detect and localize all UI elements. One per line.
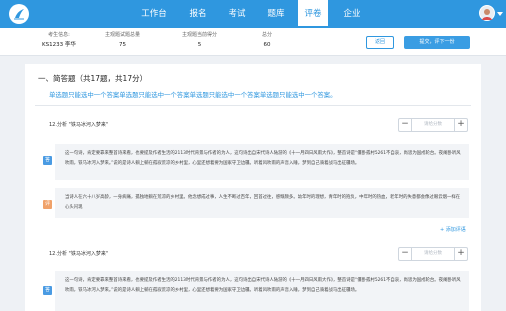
answer-text: 这一句诗，肯定要靠来整首诗来看，也要提及作者生活的2113时代背景与作者的为人，… <box>65 278 461 293</box>
answer-tag: 答 <box>43 156 52 165</box>
subjective-total-value: 75 <box>119 42 126 48</box>
nav-item-workbench[interactable]: 工作台 <box>137 0 171 28</box>
examinee-info: 考生信息: KS1233 李华 <box>42 31 76 50</box>
return-button[interactable]: 返回 <box>366 36 394 49</box>
plus-button[interactable]: + <box>454 119 467 131</box>
total-value: 60 <box>263 42 271 48</box>
comment-tag: 评 <box>43 200 52 209</box>
add-comment-link[interactable]: + 添加评语 <box>440 226 466 233</box>
section-title: 一、简答题（共17题，共17分） <box>38 74 148 83</box>
total-label: 总分 <box>262 32 273 38</box>
score-input[interactable]: 请给分数 <box>413 248 453 260</box>
subjective-score: 主观题当前得分 5 <box>182 31 217 50</box>
nav-item-grading[interactable]: 评卷 <box>298 0 328 28</box>
question-quote: "铁马冰河入梦来" <box>68 251 109 257</box>
comment-text: 当诗人在六十八岁高龄，一身病痛，孤独地躺在荒凉的乡村里。他念想成过事，人生不断过… <box>65 195 461 210</box>
avatar[interactable] <box>479 5 495 21</box>
examinee-label: 考生信息: <box>48 32 70 38</box>
nav-item-exam[interactable]: 考试 <box>225 0 249 28</box>
section-description: 单选题只能选中一个答案单选题只能选中一个答案单选题只能选中一个答案单选题只能选中… <box>49 91 337 99</box>
top-nav: 工作台 报名 考试 题库 评卷 企业 <box>0 0 506 28</box>
question-title: 12.分析 "铁马冰河入梦来" <box>49 121 108 128</box>
answer-box: 这一句诗，肯定要靠来整首诗来看，也要提及作者生活的2113时代背景与作者的为人，… <box>55 271 469 311</box>
nav-item-register[interactable]: 报名 <box>186 0 210 28</box>
submit-next-button[interactable]: 提交，评下一份 <box>404 36 470 49</box>
subjective-score-label: 主观题当前得分 <box>182 32 218 38</box>
answer-box: 这一句诗，肯定要靠来整首诗来看，也要提及作者生活的2113时代背景与作者的为人，… <box>55 144 469 180</box>
answer-tag: 答 <box>43 286 52 295</box>
minus-button[interactable]: − <box>399 248 412 260</box>
chevron-down-icon[interactable] <box>497 12 503 16</box>
info-bar: 考生信息: KS1233 李华 主观题试题总量 75 主观题当前得分 5 总分 … <box>0 28 506 56</box>
score-stepper: − 请给分数 + <box>398 118 468 132</box>
subjective-total: 主观题试题总量 75 <box>105 31 140 50</box>
examinee-value: KS1233 李华 <box>42 42 76 48</box>
question-number: 12.分析 <box>49 251 67 257</box>
grading-card: 一、简答题（共17题，共17分） 单选题只能选中一个答案单选题只能选中一个答案单… <box>25 64 481 311</box>
subjective-total-label: 主观题试题总量 <box>105 32 141 38</box>
score-input[interactable]: 请给分数 <box>413 119 453 131</box>
comment-box: 当诗人在六十八岁高龄，一身病痛，孤独地躺在荒凉的乡村里。他念想成过事，人生不断过… <box>55 188 469 218</box>
question-quote: "铁马冰河入梦来" <box>68 122 109 128</box>
minus-button[interactable]: − <box>399 119 412 131</box>
question-number: 12.分析 <box>49 122 67 128</box>
nav-item-question-bank[interactable]: 题库 <box>264 0 288 28</box>
logo-icon[interactable] <box>9 4 29 24</box>
divider <box>35 105 471 106</box>
user-avatar-icon <box>482 9 492 20</box>
subjective-score-value: 5 <box>197 42 202 48</box>
total-score: 总分 60 <box>262 31 272 50</box>
answer-text: 这一句诗，肯定要靠来整首诗来看，也要提及作者生活的2113时代背景与作者的为人，… <box>65 151 461 166</box>
question-title: 12.分析 "铁马冰河入梦来" <box>49 250 108 257</box>
plus-button[interactable]: + <box>454 248 467 260</box>
score-stepper: − 请给分数 + <box>398 247 468 261</box>
nav-item-enterprise[interactable]: 企业 <box>340 0 364 28</box>
